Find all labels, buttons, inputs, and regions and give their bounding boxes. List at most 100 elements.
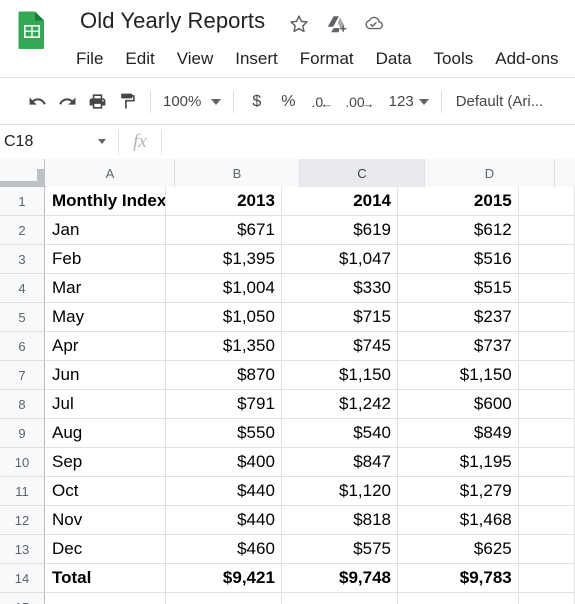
cell-d4[interactable]: $515 <box>398 274 519 302</box>
move-to-folder-icon[interactable] <box>325 13 347 35</box>
cell-c2[interactable]: $619 <box>281 216 399 244</box>
decrease-decimal-button[interactable]: .0 ← <box>306 95 340 110</box>
cell-c8[interactable]: $1,242 <box>281 390 399 418</box>
cell-d8[interactable]: $600 <box>398 390 519 418</box>
column-header-b[interactable]: B <box>175 159 300 187</box>
cell-d15[interactable] <box>398 593 519 604</box>
menu-addons[interactable]: Add-ons <box>484 47 569 71</box>
cell-d13[interactable]: $625 <box>398 535 519 563</box>
row-header-2[interactable]: 2 <box>0 216 44 245</box>
cell-d5[interactable]: $237 <box>398 303 519 331</box>
row-header-3[interactable]: 3 <box>0 245 44 274</box>
row-header-15[interactable]: 15 <box>0 593 44 604</box>
cell-c11[interactable]: $1,120 <box>281 477 399 505</box>
cell-a12[interactable]: Nov <box>46 506 166 534</box>
cell-a11[interactable]: Oct <box>46 477 166 505</box>
cloud-saved-icon[interactable] <box>362 13 384 35</box>
cell-b6[interactable]: $1,350 <box>165 332 282 360</box>
star-icon[interactable] <box>288 13 310 35</box>
menu-file[interactable]: File <box>76 47 114 71</box>
row-header-8[interactable]: 8 <box>0 390 44 419</box>
cell-a3[interactable]: Feb <box>46 245 166 273</box>
cell-b5[interactable]: $1,050 <box>165 303 282 331</box>
menu-view[interactable]: View <box>166 47 225 71</box>
redo-icon[interactable] <box>52 87 82 117</box>
cell-d1[interactable]: 2015 <box>398 187 519 215</box>
menu-help[interactable]: H <box>570 47 575 71</box>
cell-e2[interactable] <box>518 216 575 244</box>
cell-c10[interactable]: $847 <box>281 448 399 476</box>
cell-e5[interactable] <box>518 303 575 331</box>
cell-a6[interactable]: Apr <box>46 332 166 360</box>
cell-e9[interactable] <box>518 419 575 447</box>
column-header-c[interactable]: C <box>300 159 425 187</box>
menu-insert[interactable]: Insert <box>224 47 289 71</box>
cell-e15[interactable] <box>518 593 575 604</box>
cell-e10[interactable] <box>518 448 575 476</box>
cell-a15[interactable] <box>46 593 166 604</box>
function-icon[interactable]: fx <box>119 131 161 153</box>
menu-edit[interactable]: Edit <box>114 47 165 71</box>
column-header-e[interactable]: E <box>555 159 575 187</box>
row-header-6[interactable]: 6 <box>0 332 44 361</box>
row-header-4[interactable]: 4 <box>0 274 44 303</box>
cell-a14[interactable]: Total <box>46 564 166 592</box>
cell-d2[interactable]: $612 <box>398 216 519 244</box>
cell-c5[interactable]: $715 <box>281 303 399 331</box>
cell-e4[interactable] <box>518 274 575 302</box>
column-header-a[interactable]: A <box>46 159 175 187</box>
row-header-12[interactable]: 12 <box>0 506 44 535</box>
font-selector[interactable]: Default (Ari... <box>450 93 550 110</box>
undo-icon[interactable] <box>22 87 52 117</box>
cell-d11[interactable]: $1,279 <box>398 477 519 505</box>
paint-format-icon[interactable] <box>112 87 142 117</box>
cell-d10[interactable]: $1,195 <box>398 448 519 476</box>
cell-b11[interactable]: $440 <box>165 477 282 505</box>
row-header-13[interactable]: 13 <box>0 535 44 564</box>
cell-c1[interactable]: 2014 <box>281 187 399 215</box>
cell-a1[interactable]: Monthly Index <box>46 187 166 215</box>
row-header-11[interactable]: 11 <box>0 477 44 506</box>
cell-c4[interactable]: $330 <box>281 274 399 302</box>
cell-b4[interactable]: $1,004 <box>165 274 282 302</box>
percent-format-button[interactable]: % <box>271 93 305 111</box>
print-icon[interactable] <box>82 87 112 117</box>
cell-c13[interactable]: $575 <box>281 535 399 563</box>
cell-e6[interactable] <box>518 332 575 360</box>
cell-d3[interactable]: $516 <box>398 245 519 273</box>
cell-c14[interactable]: $9,748 <box>281 564 399 592</box>
cell-e3[interactable] <box>518 245 575 273</box>
cell-a10[interactable]: Sep <box>46 448 166 476</box>
cell-c3[interactable]: $1,047 <box>281 245 399 273</box>
increase-decimal-button[interactable]: .00 → <box>339 95 380 110</box>
cell-a4[interactable]: Mar <box>46 274 166 302</box>
cell-a9[interactable]: Aug <box>46 419 166 447</box>
cell-e7[interactable] <box>518 361 575 389</box>
cell-d14[interactable]: $9,783 <box>398 564 519 592</box>
cell-c9[interactable]: $540 <box>281 419 399 447</box>
cell-b12[interactable]: $440 <box>165 506 282 534</box>
cell-e12[interactable] <box>518 506 575 534</box>
cell-b10[interactable]: $400 <box>165 448 282 476</box>
cell-b14[interactable]: $9,421 <box>165 564 282 592</box>
row-header-5[interactable]: 5 <box>0 303 44 332</box>
cell-b2[interactable]: $671 <box>165 216 282 244</box>
cell-e13[interactable] <box>518 535 575 563</box>
cell-d7[interactable]: $1,150 <box>398 361 519 389</box>
sheets-logo-icon[interactable] <box>17 10 47 50</box>
document-title[interactable]: Old Yearly Reports <box>80 8 265 34</box>
cell-b1[interactable]: 2013 <box>165 187 282 215</box>
cell-d9[interactable]: $849 <box>398 419 519 447</box>
currency-format-button[interactable]: $ <box>242 93 271 111</box>
zoom-selector[interactable]: 100% <box>159 93 225 110</box>
cell-a13[interactable]: Dec <box>46 535 166 563</box>
cell-a5[interactable]: May <box>46 303 166 331</box>
column-header-d[interactable]: D <box>425 159 555 187</box>
cell-c12[interactable]: $818 <box>281 506 399 534</box>
row-header-1[interactable]: 1 <box>0 187 44 216</box>
cell-c15[interactable] <box>281 593 399 604</box>
cell-c6[interactable]: $745 <box>281 332 399 360</box>
row-header-9[interactable]: 9 <box>0 419 44 448</box>
cell-b9[interactable]: $550 <box>165 419 282 447</box>
cell-a2[interactable]: Jan <box>46 216 166 244</box>
